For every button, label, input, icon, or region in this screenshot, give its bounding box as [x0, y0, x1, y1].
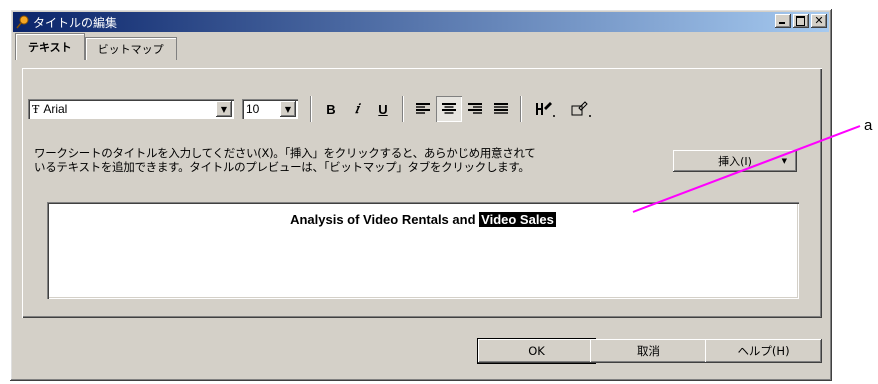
callout-overlay [632, 125, 861, 213]
tab-text[interactable]: テキスト [15, 33, 85, 60]
callout-line [632, 125, 861, 213]
callout-label: a [864, 117, 873, 134]
tab-text-label: テキスト [28, 41, 72, 54]
